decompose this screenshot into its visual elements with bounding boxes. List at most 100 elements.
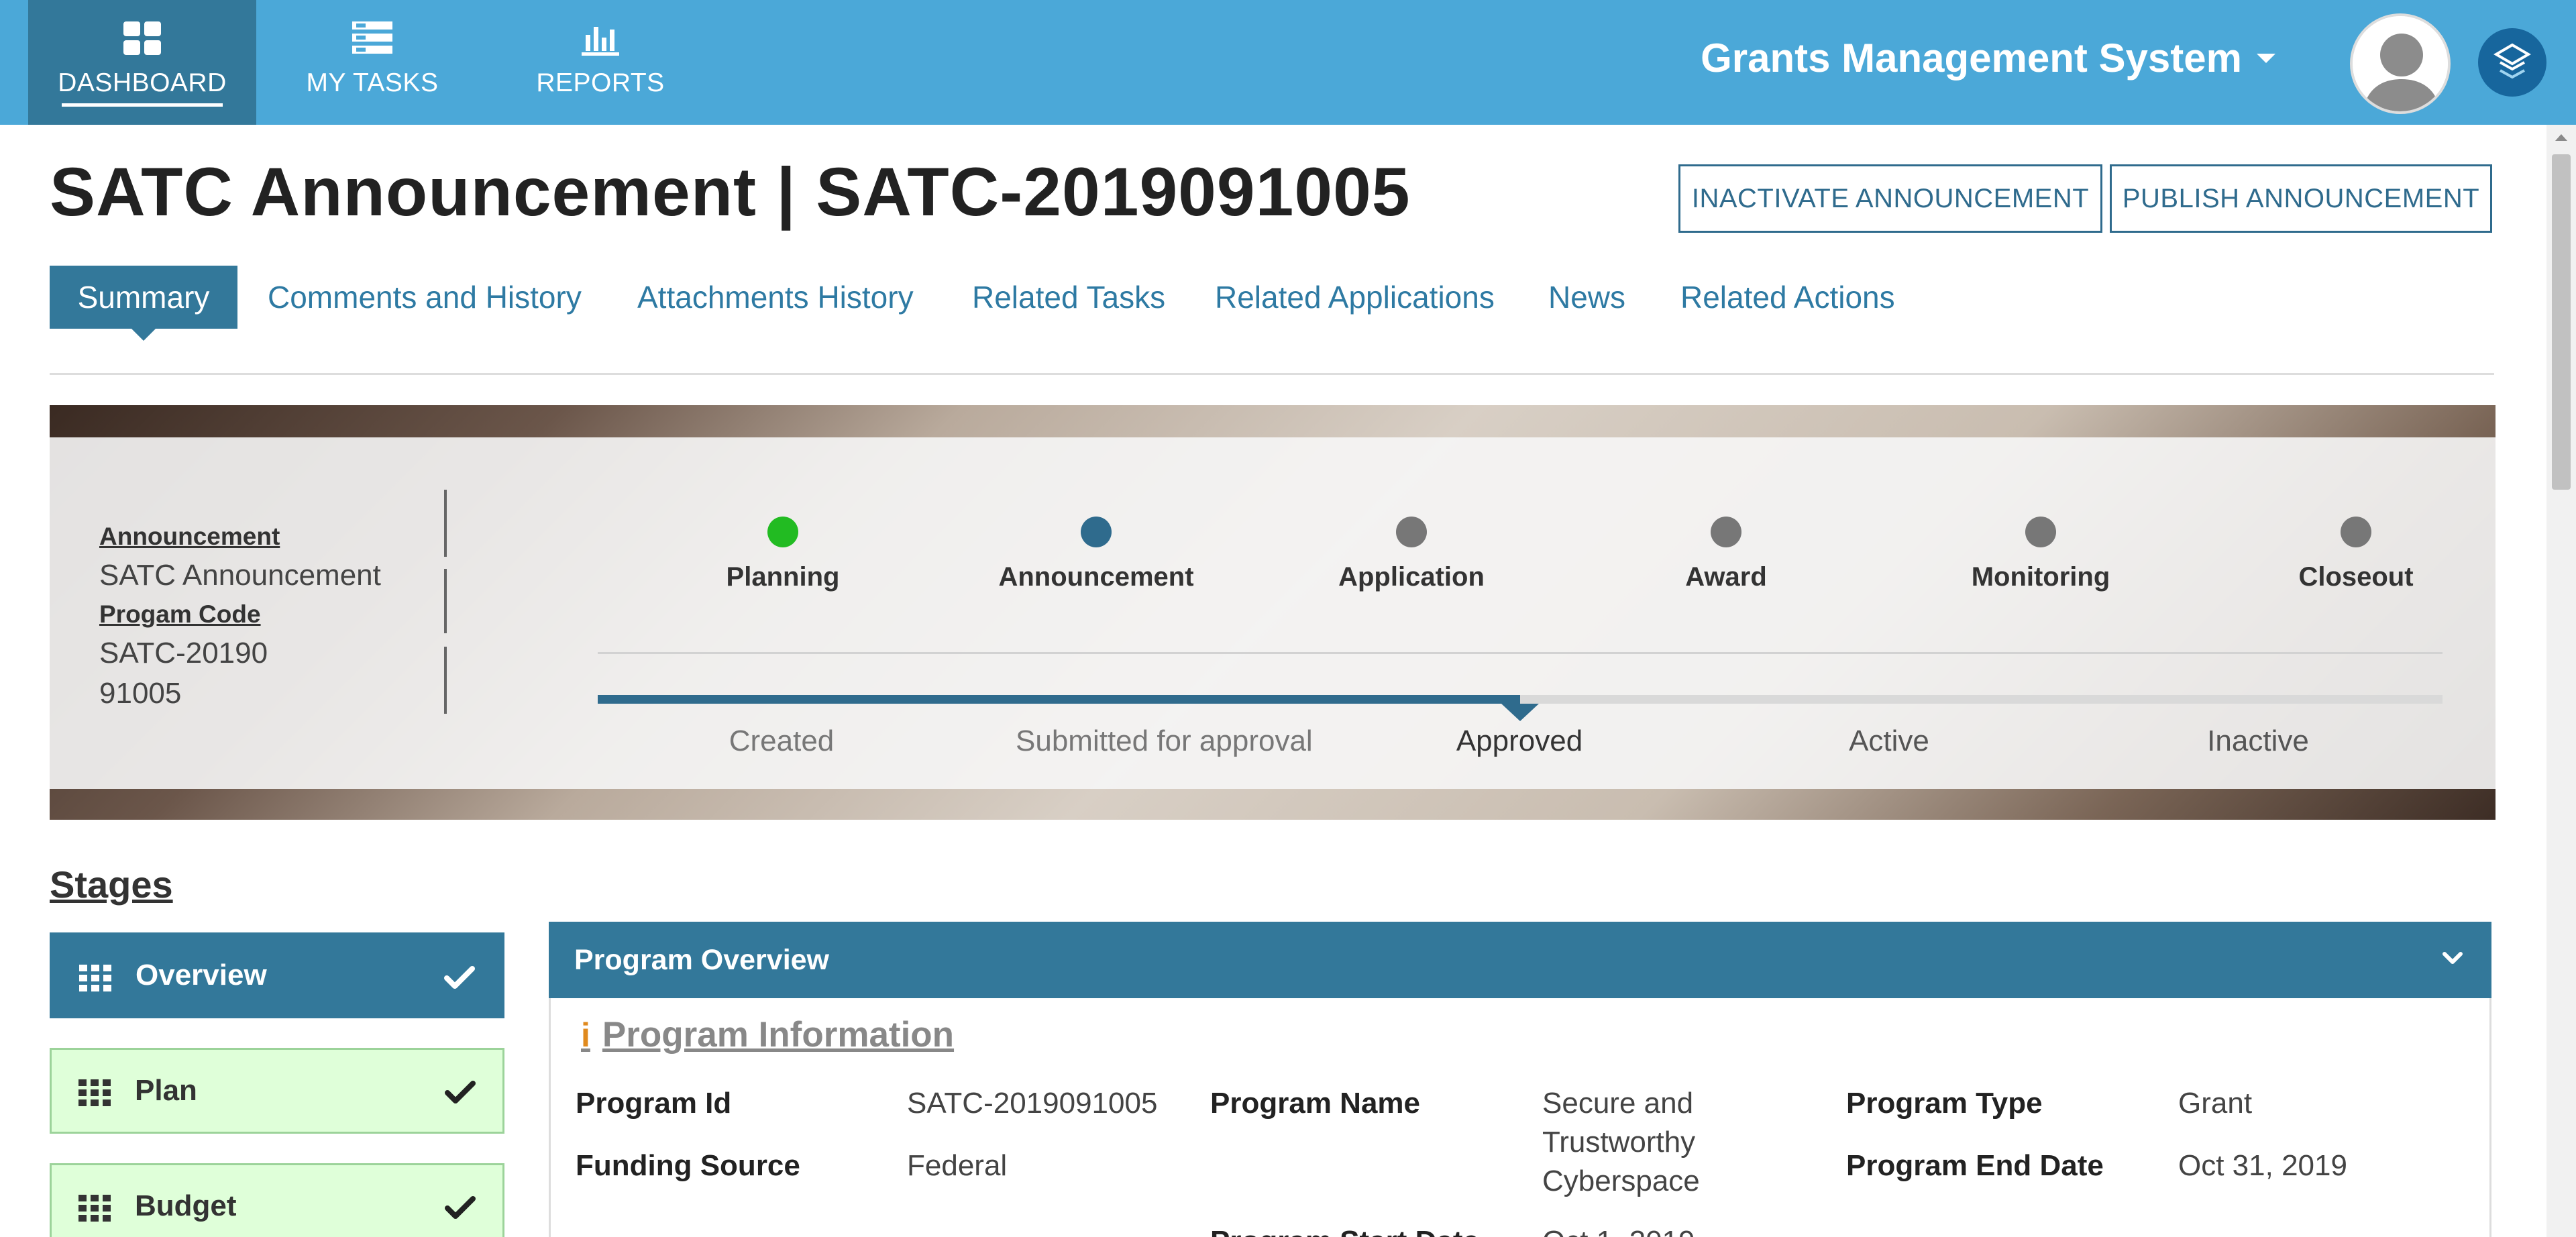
inactivate-announcement-button[interactable]: INACTIVATE ANNOUNCEMENT bbox=[1678, 164, 2102, 233]
check-icon bbox=[444, 966, 475, 989]
tab-comments-and-history[interactable]: Comments and History bbox=[268, 266, 582, 329]
tab-attachments-history[interactable]: Attachments History bbox=[637, 266, 914, 329]
page-title: SATC Announcement | SATC-2019091005 bbox=[50, 154, 1411, 230]
program-end-date-label: Program End Date bbox=[1846, 1149, 2104, 1182]
scroll-up-arrow-icon[interactable] bbox=[2555, 134, 2567, 141]
program-information-title: Program Information bbox=[602, 1015, 955, 1055]
nav-dashboard-label: DASHBOARD bbox=[58, 68, 227, 97]
program-start-date-label: Program Start Date bbox=[1210, 1225, 1479, 1237]
nav-reports[interactable]: REPORTS bbox=[517, 0, 684, 125]
program-name-label: Program Name bbox=[1210, 1087, 1421, 1120]
stage-plan-label: Plan bbox=[135, 1074, 197, 1107]
tab-related-actions[interactable]: Related Actions bbox=[1680, 266, 1895, 329]
status-progress-fill bbox=[598, 695, 1520, 704]
funding-source-value: Federal bbox=[907, 1149, 1008, 1182]
stage-budget-button[interactable]: Budget bbox=[50, 1163, 504, 1237]
tab-related-applications[interactable]: Related Applications bbox=[1215, 266, 1495, 329]
stage-label: Award bbox=[1685, 562, 1767, 592]
page-scrollbar[interactable] bbox=[2546, 125, 2576, 1237]
lifecycle-stage-announcement: Announcement bbox=[998, 517, 1194, 592]
lifecycle-stage-award: Award bbox=[1639, 517, 1813, 592]
lifecycle-stage-closeout: Closeout bbox=[2269, 517, 2443, 592]
stage-label: Application bbox=[1338, 562, 1485, 592]
tabs-divider bbox=[50, 373, 2494, 375]
status-inactive: Inactive bbox=[2207, 724, 2309, 757]
bar-chart-icon bbox=[582, 27, 619, 56]
nav-active-underline bbox=[62, 103, 223, 107]
program-type-value: Grant bbox=[2178, 1087, 2253, 1120]
publish-announcement-button[interactable]: PUBLISH ANNOUNCEMENT bbox=[2110, 164, 2492, 233]
stage-label: Closeout bbox=[2298, 562, 2414, 592]
grid-icon bbox=[78, 1079, 111, 1106]
program-code-label: Progam Code bbox=[99, 600, 261, 628]
check-icon bbox=[445, 1081, 476, 1104]
status-progress-track bbox=[598, 695, 2443, 721]
tab-summary[interactable]: Summary bbox=[50, 266, 237, 341]
program-code-value: SATC-2019091005 bbox=[99, 637, 268, 710]
program-end-date-value: Oct 31, 2019 bbox=[2178, 1149, 2347, 1182]
program-overview-header[interactable]: Program Overview bbox=[549, 922, 2491, 998]
nav-reports-label: REPORTS bbox=[536, 68, 665, 97]
program-type-label: Program Type bbox=[1846, 1087, 2043, 1120]
user-silhouette-icon bbox=[2353, 16, 2448, 111]
status-created: Created bbox=[729, 724, 835, 757]
org-logo-icon bbox=[2478, 28, 2546, 97]
lifecycle-stage-planning: Planning bbox=[696, 517, 870, 592]
org-logo-mark bbox=[2493, 43, 2531, 79]
funding-source-label: Funding Source bbox=[576, 1149, 800, 1182]
stage-plan-button[interactable]: Plan bbox=[50, 1048, 504, 1134]
announcement-value: SATC Announcement bbox=[99, 559, 381, 592]
program-overview-title: Program Overview bbox=[574, 943, 830, 976]
app-title: Grants Management System bbox=[1701, 36, 2242, 80]
status-panel: Announcement SATC Announcement Progam Co… bbox=[50, 437, 2496, 789]
tab-related-tasks[interactable]: Related Tasks bbox=[972, 266, 1165, 329]
stage-label: Announcement bbox=[998, 562, 1194, 592]
program-id-value: SATC-2019091005 bbox=[907, 1087, 1158, 1120]
lifecycle-stage-application: Application bbox=[1324, 517, 1499, 592]
check-icon bbox=[445, 1196, 476, 1219]
stage-status-dot bbox=[2341, 517, 2371, 547]
status-approved: Approved bbox=[1456, 724, 1583, 757]
summary-divider bbox=[444, 490, 447, 557]
status-progress-marker bbox=[1501, 704, 1539, 721]
summary-divider bbox=[444, 647, 447, 714]
grid-icon bbox=[79, 965, 111, 991]
tasks-list-icon bbox=[352, 21, 392, 54]
summary-divider bbox=[444, 569, 447, 633]
status-banner: Announcement SATC Announcement Progam Co… bbox=[50, 405, 2496, 820]
user-avatar-icon[interactable] bbox=[2350, 13, 2451, 114]
status-active: Active bbox=[1849, 724, 1929, 757]
dashboard-grid-icon bbox=[123, 21, 161, 55]
tab-news[interactable]: News bbox=[1548, 266, 1625, 329]
lifecycle-divider bbox=[598, 652, 2443, 654]
info-icon: i bbox=[581, 1016, 590, 1054]
stage-label: Monitoring bbox=[1971, 562, 2110, 592]
grid-icon bbox=[78, 1195, 111, 1222]
nav-dashboard[interactable]: DASHBOARD bbox=[28, 0, 256, 125]
chevron-down-icon[interactable] bbox=[2440, 949, 2465, 967]
announcement-summary: Announcement SATC Announcement Progam Co… bbox=[99, 518, 448, 714]
program-information-section: i Program Information bbox=[581, 1014, 954, 1055]
stage-status-dot bbox=[1396, 517, 1427, 547]
app-switcher-dropdown[interactable]: Grants Management System bbox=[1701, 35, 2275, 81]
caret-down-icon bbox=[2257, 53, 2275, 63]
stage-overview-label: Overview bbox=[136, 959, 267, 991]
stage-label: Planning bbox=[726, 562, 840, 592]
program-start-date-value: Oct 1, 2019 bbox=[1542, 1222, 1695, 1237]
program-name-value: Secure and Trustworthy Cyberspace bbox=[1542, 1087, 1700, 1197]
lifecycle-stage-monitoring: Monitoring bbox=[1953, 517, 2128, 592]
scrollbar-thumb[interactable] bbox=[2552, 154, 2571, 490]
stage-overview-button[interactable]: Overview bbox=[50, 932, 504, 1018]
program-id-label: Program Id bbox=[576, 1087, 732, 1120]
status-submitted-for-approval: Submitted for approval bbox=[1016, 724, 1313, 757]
stage-status-dot bbox=[1081, 517, 1112, 547]
stages-heading: Stages bbox=[50, 863, 173, 906]
top-navigation-bar: DASHBOARD MY TASKS REPORTS Grants Manage… bbox=[0, 0, 2576, 125]
stage-status-dot bbox=[1711, 517, 1741, 547]
stage-budget-label: Budget bbox=[135, 1189, 237, 1222]
nav-my-tasks[interactable]: MY TASKS bbox=[282, 0, 463, 125]
nav-my-tasks-label: MY TASKS bbox=[306, 68, 439, 97]
announcement-label: Announcement bbox=[99, 523, 280, 550]
stage-status-dot bbox=[2025, 517, 2056, 547]
stage-status-dot bbox=[767, 517, 798, 547]
